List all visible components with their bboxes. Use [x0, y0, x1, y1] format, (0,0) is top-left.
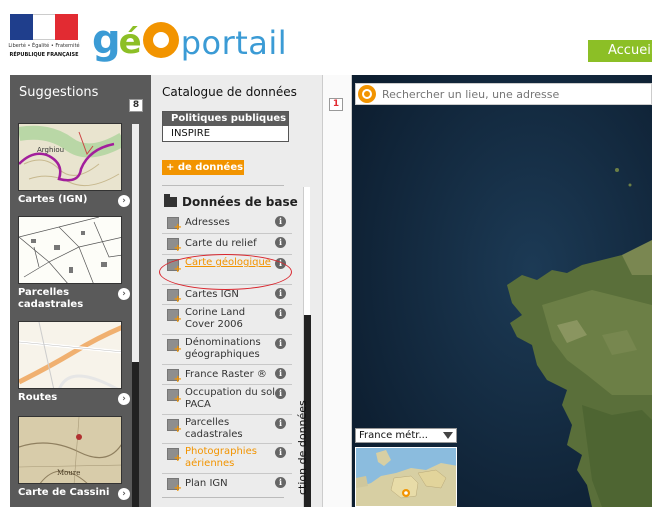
layer-label: Corine Land Cover 2006	[185, 307, 246, 330]
logo-o-icon	[142, 22, 179, 58]
policies-header: Politiques publiques	[163, 112, 288, 126]
chevron-down-icon	[443, 432, 453, 439]
logo-portail: portail	[180, 24, 288, 62]
add-layer-icon[interactable]	[167, 217, 182, 233]
layer-label: France Raster ®	[185, 369, 267, 380]
info-icon[interactable]: i	[275, 447, 286, 458]
overview-minimap[interactable]	[355, 447, 457, 507]
suggestion-thumbnail: Arghiou	[18, 123, 122, 191]
chevron-right-icon[interactable]: ›	[118, 393, 130, 405]
location-search-input[interactable]	[382, 87, 642, 101]
suggestions-scrollbar[interactable]	[132, 124, 139, 507]
location-search-bar[interactable]	[355, 83, 652, 105]
layer-label: Parcelles cadastrales	[185, 417, 243, 440]
header: Liberté • Égalité • Fraternité RÉPUBLIQU…	[0, 0, 652, 75]
layer-label: Cartes IGN	[185, 289, 239, 300]
region-selected-label: France métr...	[359, 430, 428, 441]
suggestion-thumbnail	[18, 216, 122, 284]
suggestion-label: Parcelles cadastrales	[18, 287, 84, 310]
add-layer-icon[interactable]	[167, 478, 182, 494]
info-icon[interactable]: i	[275, 288, 286, 299]
add-layer-icon[interactable]	[167, 339, 182, 355]
rf-name: RÉPUBLIQUE FRANÇAISE	[9, 52, 79, 58]
info-icon[interactable]: i	[275, 368, 286, 379]
suggestions-count-badge: 8	[129, 99, 143, 112]
info-icon[interactable]: i	[275, 388, 286, 399]
layer-item[interactable]: Corine Land Cover 2006 i	[162, 305, 292, 335]
french-flag-icon	[10, 14, 79, 40]
selection-count-badge: 1	[329, 98, 343, 111]
info-icon[interactable]: i	[275, 338, 286, 349]
layer-label: Plan IGN	[185, 478, 228, 489]
add-layer-icon[interactable]	[167, 448, 182, 464]
suggestion-item-routes[interactable]: Routes ›	[18, 321, 130, 405]
map-view[interactable]: France métr...	[352, 75, 652, 507]
layer-label: Carte du relief	[185, 238, 257, 249]
layer-item[interactable]: Plan IGN i	[162, 474, 292, 494]
info-icon[interactable]: i	[275, 308, 286, 319]
policies-box[interactable]: Politiques publiques INSPIRE	[162, 111, 289, 142]
logo-letter-g: g	[92, 17, 121, 63]
add-layer-icon[interactable]	[167, 369, 182, 385]
suggestions-title: Suggestions	[19, 85, 99, 100]
layer-item[interactable]: France Raster ® i	[162, 365, 292, 385]
suggestion-item-cassini[interactable]: Moure Carte de Cassini ›	[18, 416, 130, 500]
layer-item[interactable]: Parcelles cadastrales i	[162, 415, 292, 444]
rf-motto: Liberté • Égalité • Fraternité	[8, 43, 80, 49]
suggestion-label: Carte de Cassini	[18, 487, 110, 498]
more-data-button[interactable]: + de données	[162, 160, 244, 175]
layer-item[interactable]: Carte du relief i	[162, 234, 292, 255]
divider	[162, 185, 284, 186]
search-icon[interactable]	[358, 85, 376, 103]
folder-icon	[164, 194, 177, 207]
info-icon[interactable]: i	[275, 418, 286, 429]
folder-label: Données de base	[182, 195, 298, 209]
suggestion-label: Routes	[18, 392, 58, 403]
region-select[interactable]: France métr...	[355, 428, 457, 443]
add-layer-icon[interactable]	[167, 389, 182, 405]
suggestions-panel: Suggestions 8 Arghiou Cartes (IGN) › Par…	[10, 75, 151, 507]
divider	[162, 497, 284, 498]
policies-item-inspire[interactable]: INSPIRE	[163, 126, 288, 141]
layer-item[interactable]: Photographies aériennes i	[162, 444, 292, 474]
chevron-right-icon[interactable]: ›	[118, 288, 130, 300]
svg-text:Arghiou: Arghiou	[37, 146, 64, 154]
suggestion-item-parcelles[interactable]: Parcelles cadastrales ›	[18, 216, 130, 311]
chevron-right-icon[interactable]: ›	[118, 488, 130, 500]
suggestion-item-cartes-ign[interactable]: Arghiou Cartes (IGN) ›	[18, 123, 130, 207]
suggestions-scroll-thumb[interactable]	[132, 362, 139, 507]
add-layer-icon[interactable]	[167, 419, 182, 435]
info-icon[interactable]: i	[275, 237, 286, 248]
folder-donnees-de-base[interactable]: Données de base	[164, 194, 298, 209]
info-icon[interactable]: i	[275, 216, 286, 227]
republique-francaise-logo: Liberté • Égalité • Fraternité RÉPUBLIQU…	[8, 14, 80, 60]
layer-item[interactable]: Occupation du sol PACA i	[162, 385, 292, 415]
layer-label: Adresses	[185, 217, 230, 228]
layer-label: Occupation du sol PACA	[185, 387, 275, 410]
suggestion-label: Cartes (IGN)	[18, 194, 88, 205]
europe-minimap-graphic	[356, 448, 456, 506]
add-layer-icon[interactable]	[167, 238, 182, 254]
catalogue-title: Catalogue de données	[162, 85, 297, 99]
geoportail-page: Liberté • Égalité • Fraternité RÉPUBLIQU…	[0, 0, 652, 507]
suggestion-thumbnail: Moure	[18, 416, 122, 484]
svg-text:Moure: Moure	[57, 469, 80, 477]
selection-panel-collapsed[interactable]: 1 ction de données	[296, 75, 352, 507]
highlight-ellipse	[159, 254, 292, 290]
add-layer-icon[interactable]	[167, 289, 182, 305]
logo-letter-e: é	[118, 22, 142, 62]
selection-panel-label[interactable]: ction de données	[296, 400, 309, 495]
layer-item[interactable]: Dénominations géographiques i	[162, 335, 292, 365]
suggestion-thumbnail	[18, 321, 122, 389]
geoportail-logo[interactable]: g é portail	[92, 18, 287, 60]
info-icon[interactable]: i	[275, 477, 286, 488]
layer-label: Dénominations géographiques	[185, 337, 261, 360]
layer-item[interactable]: Adresses i	[162, 213, 292, 234]
add-layer-icon[interactable]	[167, 309, 182, 325]
chevron-right-icon[interactable]: ›	[118, 195, 130, 207]
accueil-button[interactable]: Accueil	[588, 40, 652, 62]
layer-label: Photographies aériennes	[185, 446, 257, 469]
